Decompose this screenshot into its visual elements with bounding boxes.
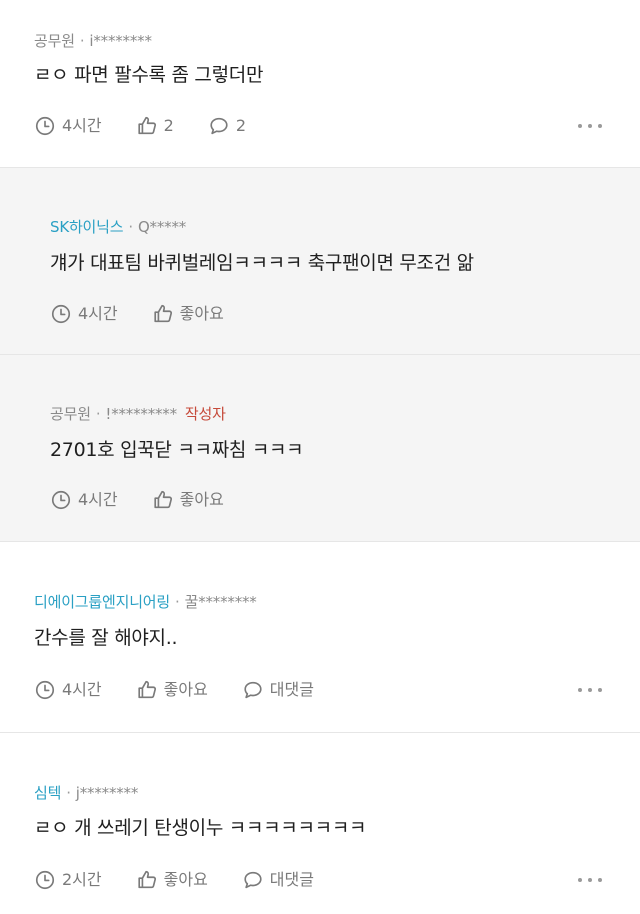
comment-meta: 심텍 · j******** — [34, 782, 138, 803]
like-button[interactable]: 좋아요 — [136, 679, 208, 701]
comment-meta: 디에이그룹엔지니어링 · 꿀******** — [34, 591, 257, 612]
username: i******** — [89, 32, 152, 50]
company-name[interactable]: 공무원 — [34, 32, 75, 50]
comment-actions: 2시간 좋아요 대댓글 — [34, 869, 348, 891]
username: !********* — [105, 405, 177, 423]
thumbs-up-icon — [152, 489, 174, 511]
company-name[interactable]: SK하이닉스 — [50, 218, 124, 236]
clock-icon — [34, 115, 56, 137]
thumbs-up-icon — [136, 869, 158, 891]
comment-item: 공무원 · i******** ㄹㅇ 파면 팔수록 좀 그렇더만 4시간 2 2 — [0, 0, 640, 168]
author-badge: 작성자 — [184, 405, 226, 423]
company-name[interactable]: 심텍 — [34, 784, 61, 802]
thumbs-up-icon — [136, 115, 158, 137]
comment-text: 걔가 대표팀 바퀴벌레임ㅋㅋㅋㅋ 축구팬이면 무조건 앎 — [50, 252, 474, 274]
comment-meta: 공무원 · i******** — [34, 30, 152, 51]
like-button[interactable]: 2 — [136, 115, 174, 137]
comment-text: ㄹㅇ 개 쓰레기 탄생이누 ㅋㅋㅋㅋㅋㅋㅋㅋ — [34, 817, 367, 839]
reply-button[interactable]: 2 — [208, 115, 246, 137]
timestamp: 4시간 — [34, 679, 102, 701]
like-label: 좋아요 — [163, 680, 208, 699]
clock-icon — [50, 303, 72, 325]
company-name[interactable]: 디에이그룹엔지니어링 — [34, 593, 170, 611]
company-name[interactable]: 공무원 — [50, 405, 91, 423]
thumbs-up-icon — [136, 679, 158, 701]
time-text: 4시간 — [62, 680, 102, 699]
like-count: 2 — [163, 116, 174, 135]
more-options-button[interactable] — [578, 679, 602, 701]
speech-bubble-icon — [242, 869, 264, 891]
meta-separator: · — [95, 405, 101, 423]
time-text: 4시간 — [78, 490, 118, 509]
reply-count: 2 — [235, 116, 246, 135]
comment-text: ㄹㅇ 파면 팔수록 좀 그렇더만 — [34, 64, 264, 86]
like-label: 좋아요 — [163, 870, 208, 889]
comment-item: 심텍 · j******** ㄹㅇ 개 쓰레기 탄생이누 ㅋㅋㅋㅋㅋㅋㅋㅋ 2시간 … — [0, 733, 640, 914]
username: j******** — [75, 784, 139, 802]
like-label: 좋아요 — [179, 490, 224, 509]
timestamp: 4시간 — [50, 489, 118, 511]
clock-icon — [34, 679, 56, 701]
comment-actions: 4시간 좋아요 — [50, 303, 258, 325]
reply-label: 대댓글 — [269, 680, 314, 699]
reply-button[interactable]: 대댓글 — [242, 869, 314, 891]
meta-separator: · — [175, 593, 180, 611]
like-button[interactable]: 좋아요 — [136, 869, 208, 891]
comment-actions: 4시간 좋아요 대댓글 — [34, 679, 348, 701]
username: 꿀******** — [184, 593, 257, 611]
more-dots-icon — [578, 688, 582, 692]
comment-actions: 4시간 좋아요 — [50, 489, 258, 511]
reply-item: 공무원 · !********* 작성자 2701호 입꾹닫 ㅋㅋ짜침 ㅋㅋㅋ 4시간… — [0, 355, 640, 542]
comment-meta: SK하이닉스 · Q***** — [50, 216, 186, 237]
timestamp: 4시간 — [34, 115, 102, 137]
comment-item: 디에이그룹엔지니어링 · 꿀******** 간수를 잘 해야지.. 4시간 좋아요… — [0, 542, 640, 733]
timestamp: 2시간 — [34, 869, 102, 891]
speech-bubble-icon — [208, 115, 230, 137]
more-options-button[interactable] — [578, 869, 602, 891]
like-button[interactable]: 좋아요 — [152, 303, 224, 325]
clock-icon — [50, 489, 72, 511]
more-dots-icon — [578, 124, 582, 128]
more-dots-icon — [578, 878, 582, 882]
meta-separator: · — [128, 218, 133, 236]
more-options-button[interactable] — [578, 115, 602, 137]
username: Q***** — [137, 218, 187, 236]
comment-meta: 공무원 · !********* 작성자 — [50, 403, 226, 424]
clock-icon — [34, 869, 56, 891]
like-label: 좋아요 — [179, 304, 224, 323]
comment-text: 2701호 입꾹닫 ㅋㅋ짜침 ㅋㅋㅋ — [50, 439, 304, 461]
time-text: 4시간 — [62, 116, 102, 135]
time-text: 2시간 — [62, 870, 102, 889]
reply-label: 대댓글 — [269, 870, 314, 889]
meta-separator: · — [66, 784, 71, 802]
time-text: 4시간 — [78, 304, 118, 323]
comment-actions: 4시간 2 2 — [34, 115, 280, 137]
speech-bubble-icon — [242, 679, 264, 701]
like-button[interactable]: 좋아요 — [152, 489, 224, 511]
meta-separator: · — [79, 32, 85, 50]
timestamp: 4시간 — [50, 303, 118, 325]
reply-button[interactable]: 대댓글 — [242, 679, 314, 701]
comment-text: 간수를 잘 해야지.. — [34, 627, 178, 649]
reply-item: SK하이닉스 · Q***** 걔가 대표팀 바퀴벌레임ㅋㅋㅋㅋ 축구팬이면 무조건… — [0, 168, 640, 355]
thumbs-up-icon — [152, 303, 174, 325]
